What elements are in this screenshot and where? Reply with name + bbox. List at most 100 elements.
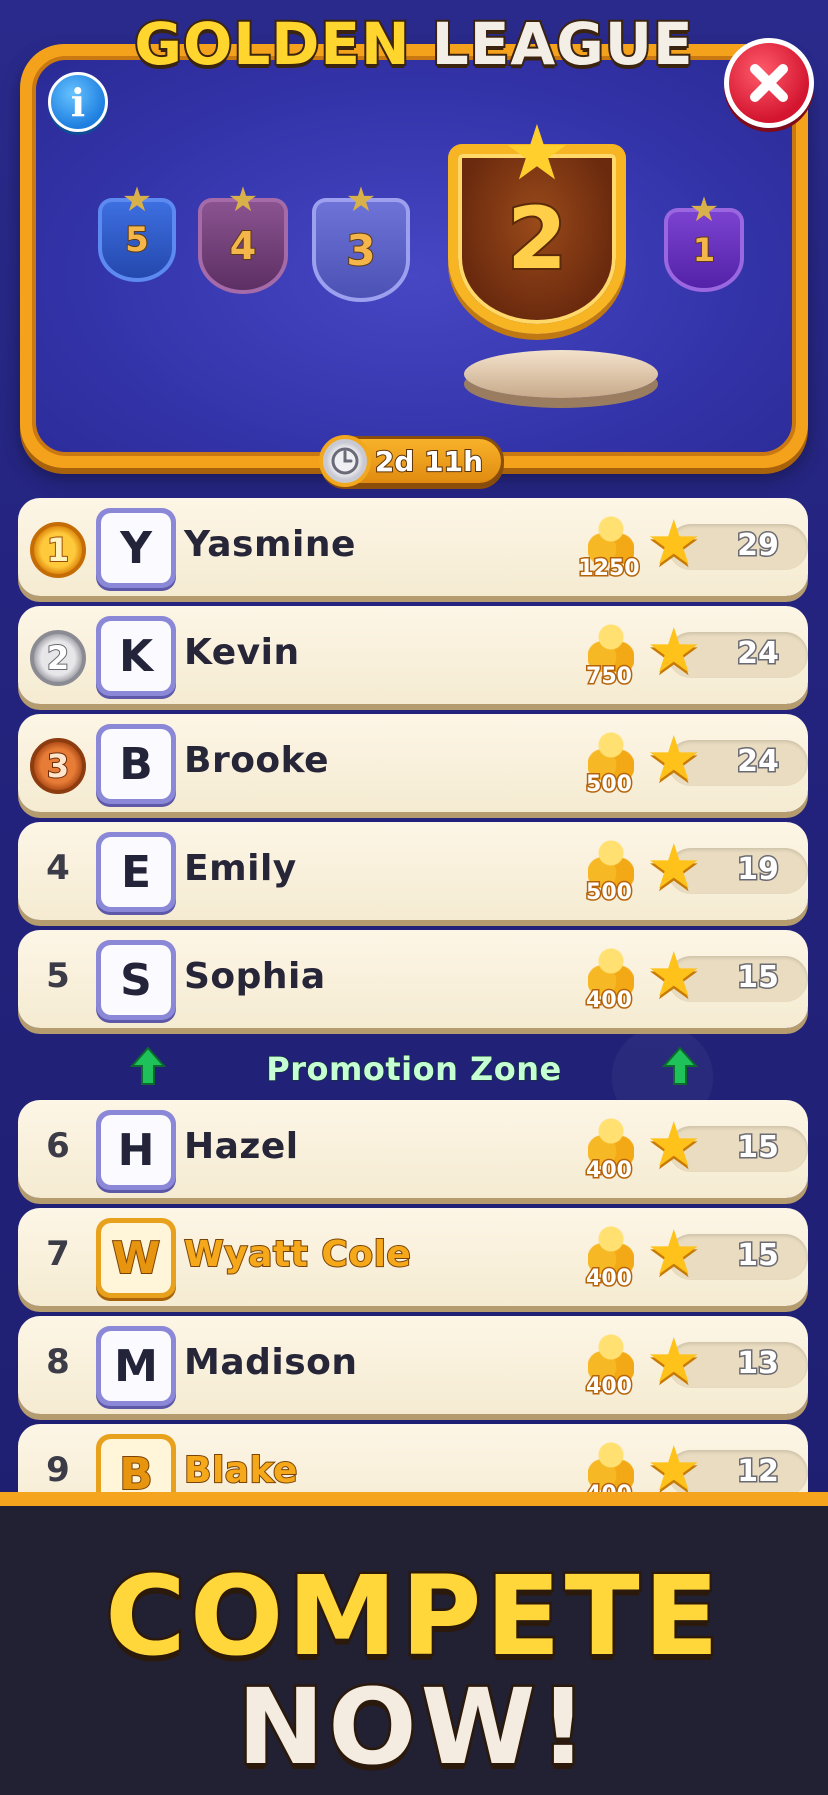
bronze-medal-icon: 3	[30, 738, 86, 794]
player-rank: 6	[46, 1126, 70, 1166]
banner-line-2: NOW!	[235, 1664, 591, 1791]
league-panel: ★ 5 ★ 4 ★ 3 ★ 2 ★ 1	[20, 44, 808, 468]
promotion-zone-label: Promotion Zone	[266, 1050, 562, 1089]
avatar-letter: Y	[101, 513, 171, 583]
arrow-up-icon	[662, 1046, 698, 1085]
info-button[interactable]: i	[48, 72, 108, 132]
league-badge-5[interactable]: ★ 5	[98, 180, 176, 282]
coin-reward: 750	[574, 618, 644, 696]
player-name: Hazel	[184, 1126, 299, 1167]
leaderboard-row[interactable]: 6 H Hazel 400 ★ 15	[18, 1100, 808, 1198]
player-name: Kevin	[184, 632, 300, 673]
leaderboard-list[interactable]: 1 Y Yasmine 1250 ★ 29 2 K Kevin 750 ★ 24…	[0, 490, 828, 1492]
player-avatar: B	[96, 1434, 176, 1492]
coin-amount: 400	[585, 1373, 634, 1401]
player-rank: 5	[46, 956, 70, 996]
league-badge-1[interactable]: ★ 1	[664, 190, 744, 292]
player-avatar: K	[96, 616, 176, 696]
star-icon: ★	[646, 722, 702, 795]
league-badge-rank: 5	[124, 219, 150, 261]
avatar-letter: E	[101, 837, 171, 907]
league-badge-rank: 2	[505, 187, 569, 291]
coin-reward: 1250	[574, 510, 644, 588]
leaderboard-row[interactable]: 4 E Emily 500 ★ 19	[18, 822, 808, 920]
player-stars: 15	[736, 1129, 781, 1167]
leaderboard-row[interactable]: 2 K Kevin 750 ★ 24	[18, 606, 808, 704]
leaderboard-row[interactable]: 1 Y Yasmine 1250 ★ 29	[18, 498, 808, 596]
star-icon: ★	[646, 1108, 702, 1181]
avatar-letter: S	[101, 945, 171, 1015]
star-icon: ★	[646, 1216, 702, 1289]
league-badge-3[interactable]: ★ 3	[312, 180, 410, 302]
coin-reward: 400	[574, 1220, 644, 1298]
crown-icon: ★	[688, 190, 720, 230]
player-rank: 4	[46, 848, 70, 888]
league-timer: 2d 11h	[319, 435, 504, 487]
avatar-letter: M	[101, 1331, 171, 1401]
league-badge-rank: 3	[345, 225, 376, 276]
player-rank: 7	[46, 1234, 70, 1274]
avatar-letter: K	[101, 621, 171, 691]
player-stars: 19	[736, 851, 781, 889]
player-name: Brooke	[184, 740, 330, 781]
star-icon: ★	[646, 506, 702, 579]
league-title-part2: LEAGUE	[430, 8, 695, 80]
coin-reward: 500	[574, 834, 644, 912]
player-name: Yasmine	[184, 524, 356, 565]
coin-amount: 1250	[577, 555, 641, 583]
player-avatar: B	[96, 724, 176, 804]
close-icon	[750, 64, 788, 102]
player-avatar: W	[96, 1218, 176, 1298]
silver-medal-icon: 2	[30, 630, 86, 686]
leaderboard-row-current-player[interactable]: 7 W Wyatt Cole 400 ★ 15	[18, 1208, 808, 1306]
close-button[interactable]	[724, 38, 814, 128]
crown-icon: ★	[227, 180, 259, 220]
star-icon: ★	[646, 614, 702, 687]
coin-reward: 500	[574, 726, 644, 804]
player-stars: 15	[736, 1237, 781, 1275]
player-name: Blake	[183, 1449, 298, 1492]
coin-reward: 400	[574, 1436, 644, 1492]
player-name: Sophia	[184, 956, 326, 997]
banner-line-1: COMPETE	[103, 1550, 723, 1683]
leaderboard-row[interactable]: 3 B Brooke 500 ★ 24	[18, 714, 808, 812]
player-avatar: M	[96, 1326, 176, 1406]
leaderboard-row[interactable]: 5 S Sophia 400 ★ 15	[18, 930, 808, 1028]
info-icon: i	[70, 79, 86, 125]
coin-amount: 400	[574, 1481, 644, 1493]
star-icon: ★	[646, 830, 702, 903]
leaderboard-row[interactable]: 8 M Madison 400 ★ 13	[18, 1316, 808, 1414]
leaderboard-row[interactable]: 9 B Blake 400 ★ 12	[18, 1424, 808, 1492]
gold-medal-icon: 1	[30, 522, 86, 578]
player-avatar: S	[96, 940, 176, 1020]
player-name: Emily	[184, 848, 297, 889]
coin-amount: 500	[585, 771, 634, 799]
player-rank: 2	[46, 638, 70, 678]
league-badge-current[interactable]: ★ 2	[448, 108, 626, 334]
league-badge-rank: 1	[692, 230, 716, 270]
avatar-letter: B	[101, 1439, 171, 1492]
promo-banner[interactable]: COMPETE NOW!	[0, 1492, 828, 1795]
crown-icon: ★	[345, 180, 377, 220]
player-stars: 12	[736, 1453, 781, 1491]
trophy-pedestal	[464, 350, 658, 398]
player-rank: 8	[46, 1342, 70, 1382]
player-name: Wyatt Cole	[183, 1233, 412, 1276]
star-icon: ★	[646, 938, 702, 1011]
league-badge-4[interactable]: ★ 4	[198, 180, 288, 294]
player-rank: 9	[46, 1450, 70, 1490]
player-stars: 24	[736, 743, 781, 781]
league-title-part1: GOLDEN	[132, 8, 411, 80]
star-icon: ★	[646, 1432, 702, 1493]
crown-icon: ★	[502, 108, 572, 197]
coin-reward: 400	[574, 942, 644, 1020]
coin-amount: 400	[585, 987, 634, 1015]
player-avatar: Y	[96, 508, 176, 588]
star-icon: ★	[646, 1324, 702, 1397]
league-title: GOLDEN LEAGUE	[0, 8, 828, 80]
promotion-zone-divider: Promotion Zone	[0, 1038, 828, 1102]
coin-amount: 750	[585, 663, 634, 691]
coin-amount: 400	[585, 1265, 634, 1293]
player-stars: 24	[736, 635, 781, 673]
player-stars: 15	[736, 959, 781, 997]
